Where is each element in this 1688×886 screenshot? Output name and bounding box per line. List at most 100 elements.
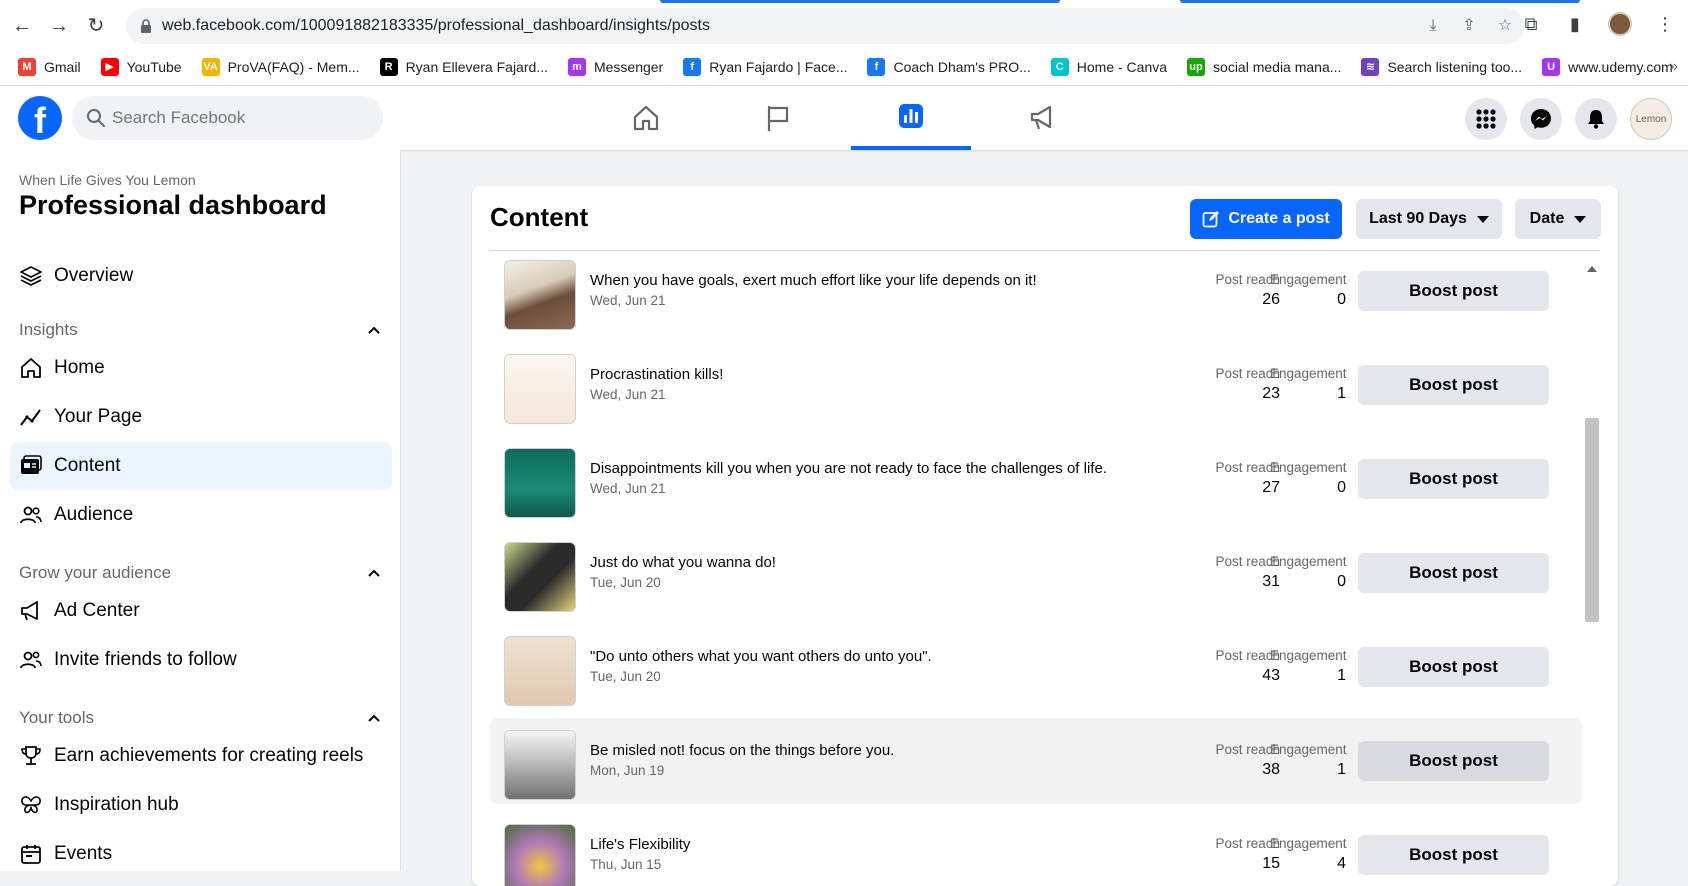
search-input[interactable] [112, 96, 372, 140]
scroll-up-arrow-icon[interactable] [1587, 266, 1597, 272]
boost-post-button[interactable]: Boost post [1358, 271, 1549, 311]
address-bar[interactable]: web.facebook.com/100091882183335/profess… [126, 8, 1524, 44]
chevron-up-icon[interactable] [366, 710, 382, 726]
boost-post-button[interactable]: Boost post [1358, 553, 1549, 593]
post-thumbnail[interactable] [504, 824, 576, 886]
scrollbar-thumb[interactable] [1585, 418, 1599, 622]
bookmark-item[interactable]: Uwww.udemy.com [1542, 58, 1673, 76]
sidebar-item-home[interactable]: Home [10, 344, 392, 392]
bookmark-item[interactable]: f Ryan Fajardo | Face... [683, 58, 847, 76]
create-post-label: Create a post [1228, 210, 1330, 227]
bookmark-item[interactable]: C Home - Canva [1050, 58, 1168, 76]
bar-chart-icon [899, 104, 923, 128]
metric-value: 0 [1337, 573, 1346, 590]
post-thumbnail[interactable] [504, 730, 576, 800]
post-title[interactable]: Life's Flexibility [590, 836, 690, 853]
bookmark-label: Gmail [44, 59, 81, 75]
bookmark-item[interactable]: M Gmail [18, 58, 81, 76]
post-date: Wed, Jun 21 [590, 387, 666, 402]
post-date: Wed, Jun 21 [590, 293, 666, 308]
sort-dropdown[interactable]: Date [1515, 199, 1601, 239]
post-title[interactable]: Be misled not! focus on the things befor… [590, 742, 894, 759]
nav-ads-tab[interactable] [983, 86, 1103, 150]
metric-label: Engagement [1270, 460, 1347, 475]
table-row[interactable]: Procrastination kills! Wed, Jun 21 Post re… [490, 342, 1582, 428]
nav-home-tab[interactable] [586, 86, 706, 150]
post-title[interactable]: Procrastination kills! [590, 366, 723, 383]
boost-post-button[interactable]: Boost post [1358, 365, 1549, 405]
bookmark-item[interactable]: ▶ YouTube [100, 58, 182, 76]
section-grow-audience: Grow your audience [19, 563, 172, 582]
bookmark-item[interactable]: ≋ Search listening too... [1361, 58, 1522, 76]
nav-dashboard-tab[interactable] [851, 86, 971, 150]
table-row[interactable]: When you have goals, exert much effort l… [490, 248, 1582, 334]
boost-post-button[interactable]: Boost post [1358, 459, 1549, 499]
bookmark-label: Home - Canva [1076, 59, 1168, 75]
table-row[interactable]: Life's Flexibility Thu, Jun 15 Post reach 1… [490, 812, 1582, 886]
browser-toolbar: ← → ↻ web.facebook.com/100091882183335/p… [0, 0, 1688, 52]
sidebar-item-invite-friends[interactable]: Invite friends to follow [10, 636, 392, 684]
share-icon[interactable]: ⇪ [1460, 17, 1478, 35]
post-date: Tue, Jun 20 [590, 575, 661, 590]
sidebar-item-overview[interactable]: Overview [10, 252, 392, 300]
back-icon[interactable]: ← [10, 14, 34, 38]
url-text[interactable]: web.facebook.com/100091882183335/profess… [162, 17, 710, 35]
table-row[interactable]: Disappointments kill you when you are no… [490, 436, 1582, 522]
post-thumbnail[interactable] [504, 542, 576, 612]
nav-pages-tab[interactable] [718, 86, 838, 150]
side-panel-icon[interactable]: ▮ [1564, 13, 1586, 35]
sidebar-item-your-page[interactable]: Your Page [10, 393, 392, 441]
post-thumbnail[interactable] [504, 636, 576, 706]
boost-post-button[interactable]: Boost post [1358, 647, 1549, 687]
table-row[interactable]: Be misled not! focus on the things befor… [490, 718, 1582, 804]
bookmark-item[interactable]: f Coach Dham's PRO... [867, 58, 1031, 76]
messenger-button[interactable] [1520, 98, 1562, 140]
facebook-logo[interactable]: f [18, 96, 62, 140]
sidebar-item-label: Overview [54, 265, 134, 286]
boost-post-button[interactable]: Boost post [1358, 835, 1549, 875]
table-row[interactable]: "Do unto others what you want others do … [490, 624, 1582, 710]
boost-post-button[interactable]: Boost post [1358, 741, 1549, 781]
sidebar-item-content[interactable]: Content [10, 442, 392, 490]
bookmark-item[interactable]: up social media mana... [1187, 58, 1341, 76]
bookmark-item[interactable]: VA ProVA(FAQ) - Mem... [201, 58, 360, 76]
post-thumbnail[interactable] [504, 260, 576, 330]
date-range-dropdown[interactable]: Last 90 Days [1356, 199, 1502, 239]
post-title[interactable]: Disappointments kill you when you are no… [590, 460, 1107, 477]
notifications-button[interactable] [1575, 98, 1617, 140]
sidebar-item-inspiration-hub[interactable]: Inspiration hub [10, 781, 392, 829]
trophy-icon [18, 743, 44, 769]
reload-icon[interactable]: ↻ [84, 14, 108, 38]
metric-value: 4 [1337, 855, 1346, 872]
post-title[interactable]: When you have goals, exert much effort l… [590, 272, 1037, 289]
post-thumbnail[interactable] [504, 448, 576, 518]
post-date: Mon, Jun 19 [590, 763, 665, 778]
menu-icon[interactable]: ⋮ [1654, 13, 1676, 35]
search-box[interactable] [72, 96, 383, 140]
forward-icon[interactable]: → [47, 14, 71, 38]
bookmark-item[interactable]: m Messenger [567, 58, 663, 76]
bookmarks-more-icon[interactable]: » [1669, 58, 1678, 76]
bookmark-item[interactable]: R Ryan Ellevera Fajard... [379, 58, 548, 76]
chevron-up-icon[interactable] [366, 565, 382, 581]
post-title[interactable]: Just do what you wanna do! [590, 554, 776, 571]
create-post-button[interactable]: Create a post [1190, 199, 1342, 239]
post-title[interactable]: "Do unto others what you want others do … [590, 648, 932, 665]
sidebar-item-ad-center[interactable]: Ad Center [10, 587, 392, 635]
table-row[interactable]: Just do what you wanna do! Tue, Jun 20 Pos… [490, 530, 1582, 616]
megaphone-icon [1030, 105, 1052, 130]
caret-down-icon [1476, 215, 1489, 223]
post-thumbnail[interactable] [504, 354, 576, 424]
page-avatar[interactable]: Lemon [1630, 98, 1672, 140]
star-icon[interactable]: ☆ [1496, 17, 1514, 35]
sidebar-item-achievements[interactable]: Earn achievements for creating reels [10, 732, 392, 780]
profile-avatar[interactable] [1608, 12, 1632, 36]
install-icon[interactable]: ⤓ [1424, 17, 1442, 35]
chevron-up-icon[interactable] [366, 322, 382, 338]
menu-grid-button[interactable] [1465, 98, 1507, 140]
extensions-icon[interactable]: ⧉ [1520, 13, 1542, 35]
metric-label: Engagement [1270, 272, 1347, 287]
sidebar-item-audience[interactable]: Audience [10, 491, 392, 539]
bookmark-label: Search listening too... [1387, 59, 1523, 75]
calendar-icon [18, 841, 44, 867]
